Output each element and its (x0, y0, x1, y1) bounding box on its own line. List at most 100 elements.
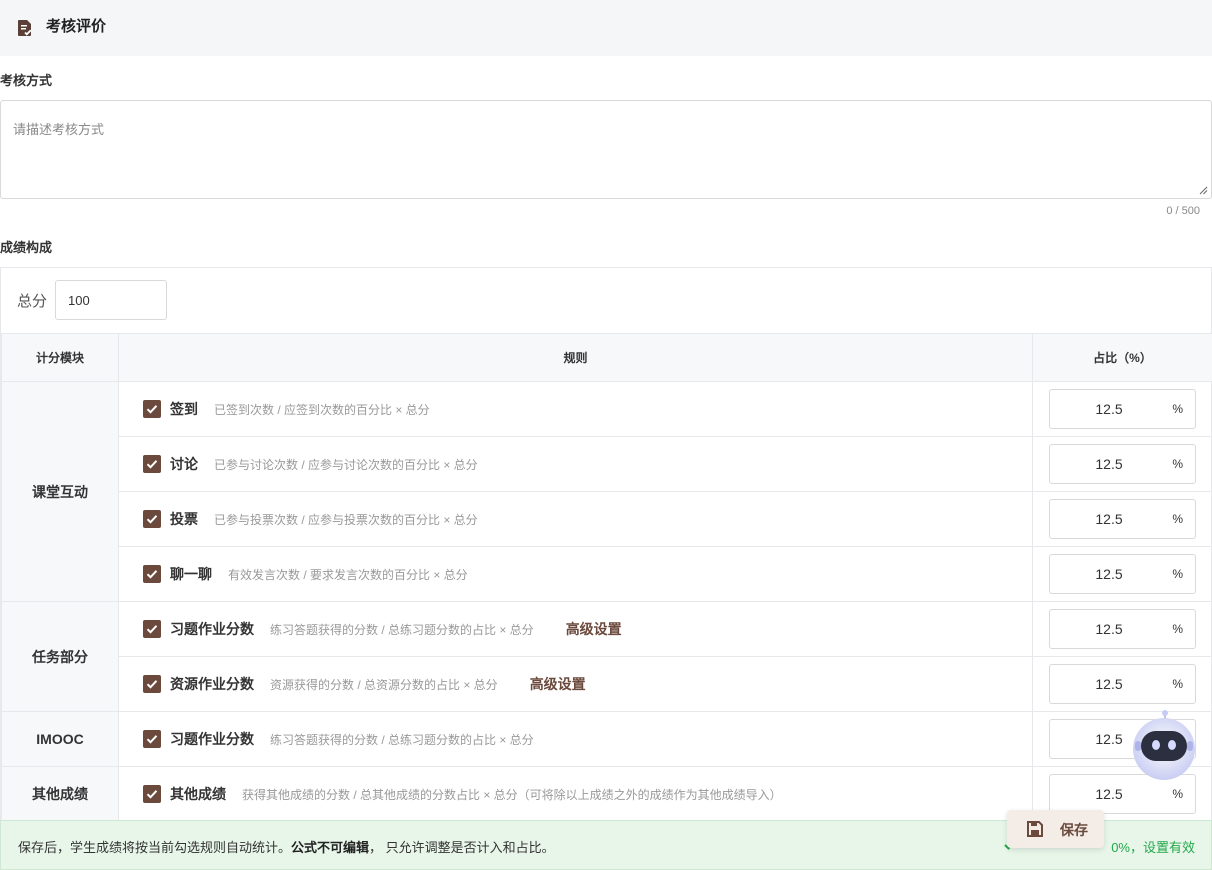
assessment-method-field-wrapper (0, 100, 1212, 199)
ratio-input[interactable]: 12.5% (1049, 554, 1196, 594)
ratio-status-text: 0%，设置有效 (1111, 840, 1195, 855)
ratio-cell: 12.5% (1032, 381, 1212, 437)
rule-name: 其他成绩 (170, 786, 226, 802)
rule-name: 聊一聊 (170, 566, 212, 582)
ratio-input[interactable]: 12.5% (1049, 499, 1196, 539)
total-score-label: 总分 (17, 293, 48, 310)
assessment-method-textarea[interactable] (1, 101, 1211, 198)
document-check-icon (18, 20, 32, 36)
save-icon (1027, 821, 1043, 837)
ratio-input[interactable]: 12.5% (1049, 609, 1196, 649)
percent-unit: % (1172, 512, 1183, 526)
rule-cell: 聊一聊 有效发言次数 / 要求发言次数的百分比 × 总分 (118, 546, 1033, 602)
rule-cell: 签到 已签到次数 / 应签到次数的百分比 × 总分 (118, 381, 1033, 437)
rule-name: 签到 (170, 401, 198, 417)
ratio-value: 12.5 (1095, 511, 1123, 527)
module-name-cell: IMOOC (1, 711, 119, 767)
ratio-value: 12.5 (1095, 456, 1123, 472)
column-header-module: 计分模块 (1, 333, 119, 382)
save-button[interactable]: 保存 (1007, 810, 1104, 848)
ratio-input[interactable]: 12.5% (1049, 444, 1196, 484)
ratio-cell: 12.5% (1032, 436, 1212, 492)
checkmark-icon (146, 570, 158, 579)
include-checkbox[interactable] (143, 675, 161, 693)
rule-cell: 投票 已参与投票次数 / 应参与投票次数的百分比 × 总分 (118, 491, 1033, 547)
page-header: 考核评价 (0, 0, 1212, 56)
module-name-cell: 课堂互动 (1, 381, 119, 602)
checkmark-icon (146, 625, 158, 634)
ratio-value: 12.5 (1095, 786, 1123, 802)
rule-formula: 已参与投票次数 / 应参与投票次数的百分比 × 总分 (214, 512, 478, 527)
table-row: 资源作业分数 资源获得的分数 / 总资源分数的占比 × 总分 高级设置 12.5% (2, 656, 1212, 712)
character-counter: 0 / 500 (1166, 205, 1200, 217)
ratio-input[interactable]: 12.5% (1049, 389, 1196, 429)
percent-unit: % (1172, 622, 1183, 636)
ratio-value: 12.5 (1095, 621, 1123, 637)
percent-unit: % (1172, 677, 1183, 691)
table-row: 任务部分 习题作业分数 练习答题获得的分数 / 总练习题分数的占比 × 总分 高级设置… (1, 601, 1212, 712)
checkmark-icon (146, 405, 158, 414)
include-checkbox[interactable] (143, 565, 161, 583)
include-checkbox[interactable] (143, 510, 161, 528)
rule-name: 投票 (170, 511, 198, 527)
table-header-row: 计分模块 规则 占比（%） (1, 333, 1212, 382)
percent-unit: % (1172, 457, 1183, 471)
robot-assistant-icon[interactable] (1131, 709, 1197, 781)
table-row: 讨论 已参与讨论次数 / 应参与讨论次数的百分比 × 总分 12.5% (2, 436, 1212, 492)
grade-composition-label: 成绩构成 (0, 240, 53, 255)
grade-composition-panel: 总分 计分模块 规则 占比（%） 课堂互动 签到 已签到次数 / 应签到次数的百分比… (0, 267, 1212, 870)
rule-cell: 资源作业分数 资源获得的分数 / 总资源分数的占比 × 总分 高级设置 (118, 656, 1033, 712)
module-name-cell: 任务部分 (1, 601, 119, 712)
ratio-input[interactable]: 12.5% (1049, 664, 1196, 704)
rule-cell: 讨论 已参与讨论次数 / 应参与讨论次数的百分比 × 总分 (118, 436, 1033, 492)
table-row: 投票 已参与投票次数 / 应参与投票次数的百分比 × 总分 12.5% (2, 491, 1212, 547)
rule-cell: 习题作业分数 练习答题获得的分数 / 总练习题分数的占比 × 总分 高级设置 (118, 601, 1033, 657)
percent-unit: % (1172, 402, 1183, 416)
rule-formula: 已签到次数 / 应签到次数的百分比 × 总分 (214, 402, 430, 417)
checkmark-icon (146, 680, 158, 689)
percent-unit: % (1172, 787, 1183, 801)
include-checkbox[interactable] (143, 730, 161, 748)
rule-name: 习题作业分数 (170, 731, 254, 747)
rule-formula: 有效发言次数 / 要求发言次数的百分比 × 总分 (228, 567, 468, 582)
advanced-settings-link[interactable]: 高级设置 (566, 619, 622, 639)
include-checkbox[interactable] (143, 620, 161, 638)
checkmark-icon (146, 460, 158, 469)
checkmark-icon (146, 515, 158, 524)
ratio-cell: 12.5% (1032, 546, 1212, 602)
grade-rules-table: 计分模块 规则 占比（%） 课堂互动 签到 已签到次数 / 应签到次数的百分比 × … (1, 333, 1212, 822)
ratio-value: 12.5 (1095, 566, 1123, 582)
page-title: 考核评价 (46, 18, 107, 35)
rule-cell: 习题作业分数 练习答题获得的分数 / 总练习题分数的占比 × 总分 (118, 711, 1033, 767)
assessment-method-label: 考核方式 (0, 73, 53, 88)
column-header-rule: 规则 (118, 333, 1033, 382)
table-row: 课堂互动 签到 已签到次数 / 应签到次数的百分比 × 总分 12.5% (1, 381, 1212, 602)
ratio-cell: 12.5% (1032, 656, 1212, 712)
ratio-value: 12.5 (1095, 676, 1123, 692)
rule-name: 习题作业分数 (170, 621, 254, 637)
include-checkbox[interactable] (143, 400, 161, 418)
column-header-ratio: 占比（%） (1032, 333, 1212, 382)
rule-formula: 练习答题获得的分数 / 总练习题分数的占比 × 总分 (270, 732, 534, 747)
rule-formula: 练习答题获得的分数 / 总练习题分数的占比 × 总分 (270, 622, 534, 637)
advanced-settings-link[interactable]: 高级设置 (530, 674, 586, 694)
rule-formula: 已参与讨论次数 / 应参与讨论次数的百分比 × 总分 (214, 457, 478, 472)
module-name-cell: 其他成绩 (1, 766, 119, 822)
ratio-value: 12.5 (1095, 401, 1123, 417)
rule-formula: 资源获得的分数 / 总资源分数的占比 × 总分 (270, 677, 498, 692)
rule-name: 讨论 (170, 456, 198, 472)
resize-grip-icon[interactable] (1199, 186, 1208, 195)
save-button-label: 保存 (1060, 822, 1088, 838)
total-score-input[interactable] (55, 280, 167, 320)
save-notice-message: 保存后，学生成绩将按当前勾选规则自动统计。公式不可编辑， 只允许调整是否计入和占… (18, 840, 555, 855)
checkmark-icon (146, 735, 158, 744)
include-checkbox[interactable] (143, 785, 161, 803)
rule-cell: 其他成绩 获得其他成绩的分数 / 总其他成绩的分数占比 × 总分（可将除以上成绩之… (118, 766, 1033, 822)
percent-unit: % (1172, 567, 1183, 581)
rule-formula: 获得其他成绩的分数 / 总其他成绩的分数占比 × 总分（可将除以上成绩之外的成绩… (242, 787, 782, 802)
checkmark-icon (146, 790, 158, 799)
table-row: IMOOC 习题作业分数 练习答题获得的分数 / 总练习题分数的占比 × 总分 12.… (1, 711, 1212, 767)
include-checkbox[interactable] (143, 455, 161, 473)
table-row: 聊一聊 有效发言次数 / 要求发言次数的百分比 × 总分 12.5% (2, 546, 1212, 602)
ratio-cell: 12.5% (1032, 491, 1212, 547)
